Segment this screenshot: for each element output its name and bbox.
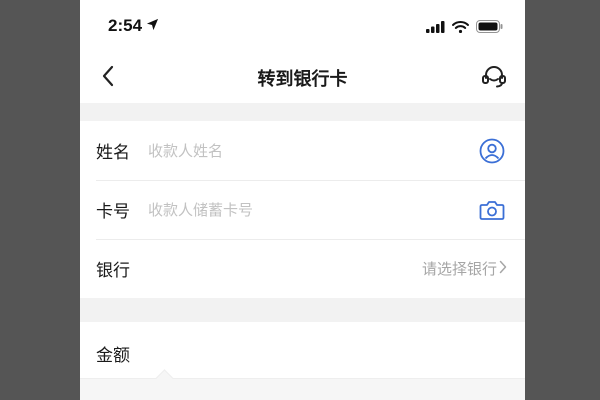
card-number-input[interactable] [148,200,477,219]
section-divider [80,298,525,322]
headset-icon [481,65,507,93]
card-number-row: 卡号 [80,180,525,239]
signal-icon [426,18,445,37]
status-bar: 2:54 [80,0,525,55]
recipient-name-input[interactable] [148,141,477,160]
pointer-caret [155,369,174,388]
wifi-icon [452,18,469,37]
status-time: 2:54 [108,16,159,36]
bank-label: 银行 [96,261,130,281]
camera-icon[interactable] [477,195,507,225]
customer-service-button[interactable] [479,64,509,94]
location-arrow-icon [146,16,159,36]
amount-section: 金额 [80,322,525,400]
amount-label: 金额 [96,346,130,366]
card-number-label: 卡号 [96,202,130,222]
recipient-form: 姓名 卡号 银行 请选择银行 [80,121,525,298]
phone-screen: 2:54 转到银行卡 姓名 收款人姓名 卡号 收款人储蓄卡号 银行 请选择银行 … [80,0,525,400]
amount-input-area[interactable] [80,369,525,400]
bank-row[interactable]: 银行 请选择银行 [80,239,525,298]
section-divider [80,103,525,121]
page-title: 转到银行卡 [257,69,348,90]
name-label: 姓名 [96,143,130,163]
bank-select[interactable]: 请选择银行 [422,258,507,279]
battery-icon [476,18,503,37]
chevron-right-icon [499,260,507,278]
contact-person-icon[interactable] [477,136,507,166]
status-icons [426,18,503,37]
status-time-text: 2:54 [108,16,143,35]
name-row: 姓名 [80,121,525,180]
nav-bar: 转到银行卡 [80,55,525,103]
bank-select-text: 请选择银行 [421,260,497,278]
